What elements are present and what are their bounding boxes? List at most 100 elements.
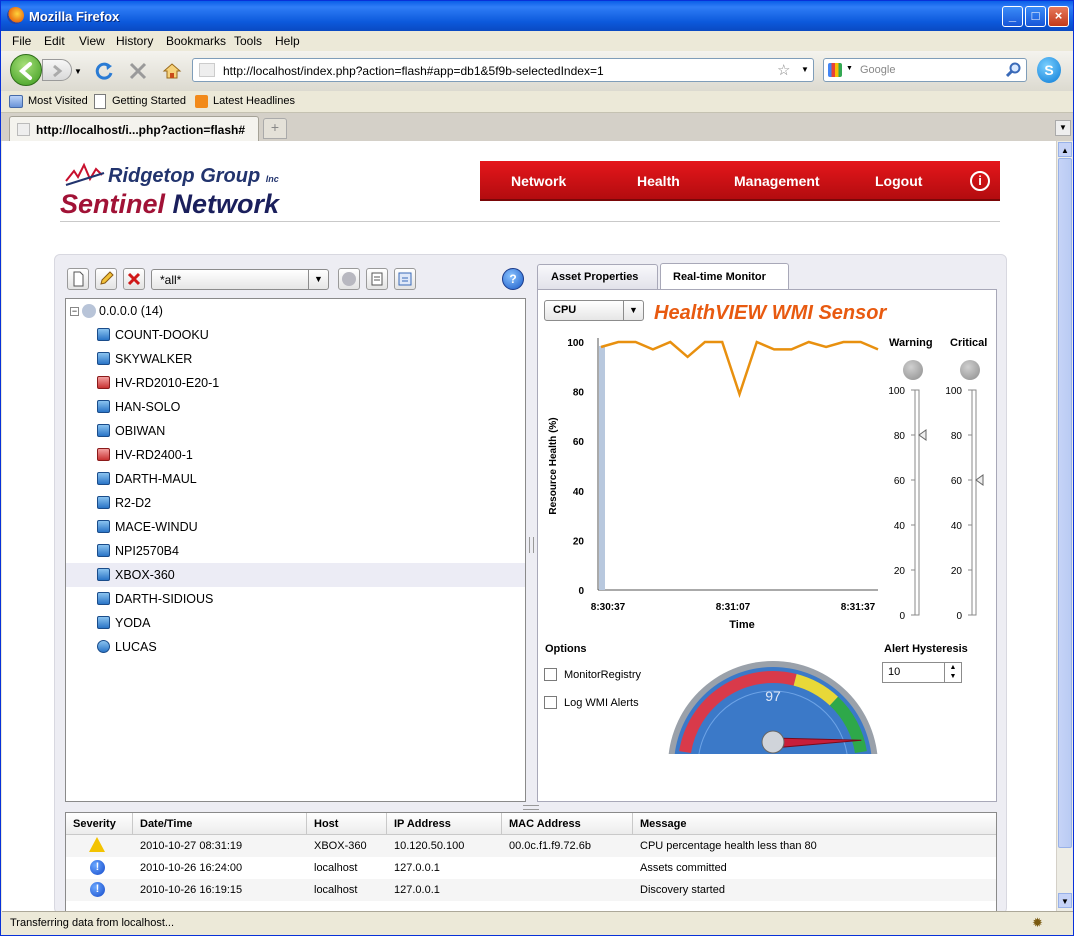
stepper-up-icon[interactable]: ▲ bbox=[945, 663, 961, 672]
column-header-severity[interactable]: Severity bbox=[66, 813, 133, 835]
delete-asset-button[interactable] bbox=[123, 268, 145, 290]
tab-list-icon[interactable]: ▼ bbox=[1055, 120, 1071, 136]
tree-node-host[interactable]: HV-RD2400-1 bbox=[66, 443, 525, 467]
host-label: DARTH-MAUL bbox=[115, 472, 197, 486]
menu-help[interactable]: Help bbox=[275, 34, 300, 48]
column-header-ip[interactable]: IP Address bbox=[387, 813, 502, 835]
status-text: Transferring data from localhost... bbox=[10, 917, 175, 929]
menu-view[interactable]: View bbox=[79, 34, 105, 48]
tab-asset-properties[interactable]: Asset Properties bbox=[537, 264, 658, 289]
bookmark-getting-started[interactable]: Getting Started bbox=[112, 95, 186, 107]
tree-node-host[interactable]: OBIWAN bbox=[66, 419, 525, 443]
column-header-message[interactable]: Message bbox=[633, 813, 996, 835]
critical-slider-tick-label: 60 bbox=[951, 476, 963, 487]
tree-node-host[interactable]: NPI2570B4 bbox=[66, 539, 525, 563]
tree-node-host[interactable]: SKYWALKER bbox=[66, 347, 525, 371]
splitter-horizontal-handle[interactable] bbox=[523, 805, 539, 810]
forward-button[interactable] bbox=[42, 59, 72, 81]
warning-icon bbox=[89, 837, 105, 852]
tree-node-host[interactable]: DARTH-SIDIOUS bbox=[66, 587, 525, 611]
nav-logout[interactable]: Logout bbox=[875, 173, 922, 189]
stepper-down-icon[interactable]: ▼ bbox=[945, 672, 961, 681]
realtime-monitor-panel: CPU ▼ HealthVIEW WMI Sensor 100 80 60 40 20 0… bbox=[537, 289, 997, 802]
column-header-host[interactable]: Host bbox=[307, 813, 387, 835]
monitor-registry-checkbox[interactable] bbox=[544, 668, 557, 681]
search-icon[interactable] bbox=[1006, 62, 1022, 78]
tree-node-host-selected[interactable]: XBOX-360 bbox=[66, 563, 525, 587]
menu-edit[interactable]: Edit bbox=[44, 34, 65, 48]
scroll-down-icon[interactable]: ▼ bbox=[1058, 893, 1072, 908]
nav-network[interactable]: Network bbox=[511, 173, 566, 189]
scrollbar-thumb[interactable] bbox=[1058, 158, 1072, 848]
maximize-button[interactable]: □ bbox=[1025, 6, 1046, 27]
stop-icon[interactable] bbox=[127, 60, 149, 82]
menu-tools[interactable]: Tools bbox=[234, 34, 262, 48]
log-wmi-alerts-checkbox[interactable] bbox=[544, 696, 557, 709]
tree-node-host[interactable]: HV-RD2010-E20-1 bbox=[66, 371, 525, 395]
edit-asset-button[interactable] bbox=[95, 268, 117, 290]
minimize-button[interactable]: _ bbox=[1002, 6, 1023, 27]
help-icon[interactable]: ? bbox=[502, 268, 524, 290]
tree-node-host[interactable]: COUNT-DOOKU bbox=[66, 323, 525, 347]
bookmark-star-icon[interactable]: ☆ bbox=[777, 61, 790, 79]
status-button[interactable] bbox=[338, 268, 360, 290]
bookmark-most-visited[interactable]: Most Visited bbox=[28, 95, 88, 107]
nav-management[interactable]: Management bbox=[734, 173, 820, 189]
tree-root-node[interactable]: − 0.0.0.0 (14) bbox=[66, 299, 525, 323]
product-logo: Sentinel Network bbox=[60, 189, 279, 220]
reload-icon[interactable] bbox=[93, 60, 115, 82]
page-scrollbar[interactable]: ▲ ▼ bbox=[1056, 141, 1073, 911]
threshold-sliders[interactable]: 100 80 60 40 20 0 100 80 60 40 20 0 bbox=[873, 385, 998, 635]
resource-select-value: CPU bbox=[553, 304, 577, 316]
stepper-buttons[interactable]: ▲ ▼ bbox=[944, 663, 961, 682]
asset-filter-select[interactable]: *all* ▼ bbox=[151, 269, 329, 290]
tree-node-host[interactable]: LUCAS bbox=[66, 635, 525, 659]
server-icon bbox=[97, 496, 110, 509]
tree-node-host[interactable]: R2-D2 bbox=[66, 491, 525, 515]
google-icon bbox=[828, 63, 842, 77]
info-icon[interactable]: i bbox=[970, 171, 990, 191]
table-row[interactable]: ! 2010-10-26 16:19:15 localhost 127.0.0.… bbox=[66, 879, 996, 901]
tree-node-host[interactable]: HAN-SOLO bbox=[66, 395, 525, 419]
splitter-vertical-handle[interactable] bbox=[529, 537, 534, 553]
search-engine-dropdown-icon[interactable]: ▼ bbox=[846, 65, 853, 72]
table-row[interactable]: 2010-10-27 08:31:19 XBOX-360 10.120.50.1… bbox=[66, 835, 996, 857]
critical-slider-tick-label: 20 bbox=[951, 566, 963, 577]
new-asset-button[interactable] bbox=[67, 268, 89, 290]
address-bar[interactable]: http://localhost/index.php?action=flash#… bbox=[192, 58, 814, 82]
bookmark-latest-headlines[interactable]: Latest Headlines bbox=[213, 95, 295, 107]
tab-label: Asset Properties bbox=[551, 271, 639, 283]
url-dropdown-icon[interactable]: ▼ bbox=[801, 65, 809, 74]
y-tick-label: 60 bbox=[573, 437, 585, 448]
scroll-up-icon[interactable]: ▲ bbox=[1058, 142, 1072, 157]
tree-node-host[interactable]: YODA bbox=[66, 611, 525, 635]
tab-realtime-monitor[interactable]: Real-time Monitor bbox=[660, 263, 789, 290]
tree-node-host[interactable]: DARTH-MAUL bbox=[66, 467, 525, 491]
firebug-icon[interactable]: ✹ bbox=[1032, 915, 1050, 932]
menu-file[interactable]: File bbox=[12, 34, 31, 48]
resource-select[interactable]: CPU ▼ bbox=[544, 300, 644, 321]
title-bar: Mozilla Firefox _ □ × bbox=[1, 1, 1073, 31]
asset-filter-value: *all* bbox=[160, 273, 182, 287]
collapse-toggle-icon[interactable]: − bbox=[70, 307, 79, 316]
home-icon[interactable] bbox=[161, 60, 183, 82]
properties-button[interactable] bbox=[366, 268, 388, 290]
alert-hysteresis-stepper[interactable]: 10 ▲ ▼ bbox=[882, 662, 962, 683]
close-window-button[interactable]: × bbox=[1048, 6, 1069, 27]
history-dropdown-icon[interactable]: ▼ bbox=[74, 67, 82, 76]
tree-node-host[interactable]: MACE-WINDU bbox=[66, 515, 525, 539]
x-tick-label: 8:30:37 bbox=[591, 602, 626, 613]
new-tab-button[interactable]: + bbox=[263, 118, 287, 139]
asset-tree: − 0.0.0.0 (14) COUNT-DOOKU SKYWALKER HV-… bbox=[65, 298, 526, 802]
search-box[interactable]: ▼ Google bbox=[823, 58, 1027, 82]
table-row[interactable]: ! 2010-10-26 16:24:00 localhost 127.0.0.… bbox=[66, 857, 996, 879]
column-header-mac[interactable]: MAC Address bbox=[502, 813, 633, 835]
skype-icon[interactable]: S bbox=[1037, 57, 1061, 83]
column-header-datetime[interactable]: Date/Time bbox=[133, 813, 307, 835]
network-view-button[interactable] bbox=[394, 268, 416, 290]
menu-history[interactable]: History bbox=[116, 34, 153, 48]
browser-tab-active[interactable]: http://localhost/i...php?action=flash# bbox=[9, 116, 259, 141]
menu-bookmarks[interactable]: Bookmarks bbox=[166, 34, 226, 48]
nav-health[interactable]: Health bbox=[637, 173, 680, 189]
back-button[interactable] bbox=[10, 54, 42, 86]
